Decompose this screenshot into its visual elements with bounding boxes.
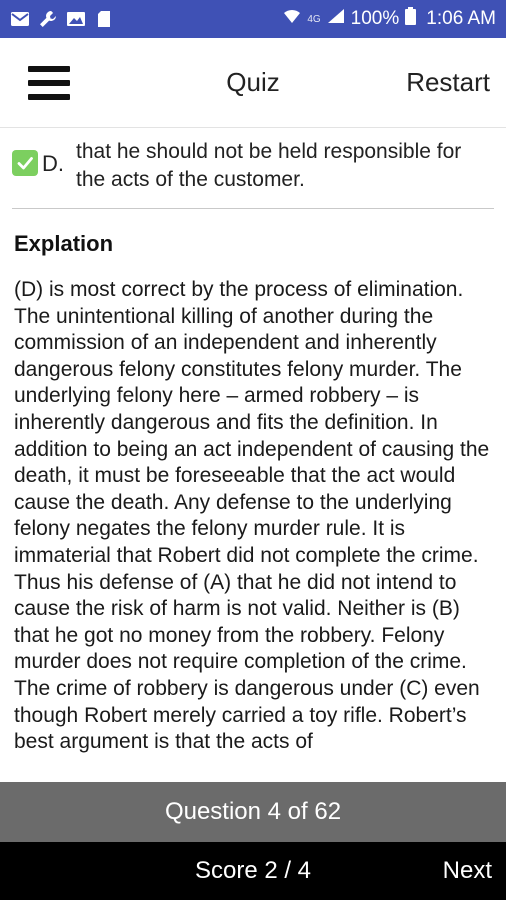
sd-card-icon — [94, 10, 114, 28]
checkmark-icon — [12, 150, 38, 176]
question-counter-bar: Question 4 of 62 — [0, 782, 506, 842]
question-counter: Question 4 of 62 — [164, 798, 342, 825]
wifi-icon — [283, 8, 301, 30]
mail-icon — [10, 10, 30, 28]
notification-icons — [10, 10, 114, 28]
answer-text: that he should not be held responsible f… — [76, 140, 462, 191]
battery-percent: 100% — [350, 8, 400, 29]
answer-option-d: D. that he should not be held responsibl… — [12, 128, 494, 209]
network-type: 4G — [307, 13, 321, 25]
image-icon — [66, 10, 86, 28]
explanation-heading: Explation — [14, 231, 114, 256]
hamburger-menu-icon[interactable] — [28, 65, 70, 100]
next-button[interactable]: Next — [443, 842, 492, 900]
signal-icon — [327, 8, 345, 30]
wrench-icon — [38, 10, 58, 28]
answer-letter: D. — [42, 151, 64, 176]
restart-button[interactable]: Restart — [406, 67, 490, 98]
app-bar: Quiz Restart — [0, 38, 506, 128]
system-indicators: 4G 100% 1:06 AM — [283, 7, 496, 31]
score-label: Score 2 / 4 — [194, 857, 312, 884]
battery-icon — [405, 7, 417, 31]
quiz-content[interactable]: D. that he should not be held responsibl… — [0, 128, 506, 782]
clock: 1:06 AM — [426, 8, 496, 29]
status-bar: 4G 100% 1:06 AM — [0, 0, 506, 38]
explanation-text: (D) is most correct by the process of el… — [14, 278, 490, 754]
bottom-bar: Score 2 / 4 Next — [0, 842, 506, 900]
